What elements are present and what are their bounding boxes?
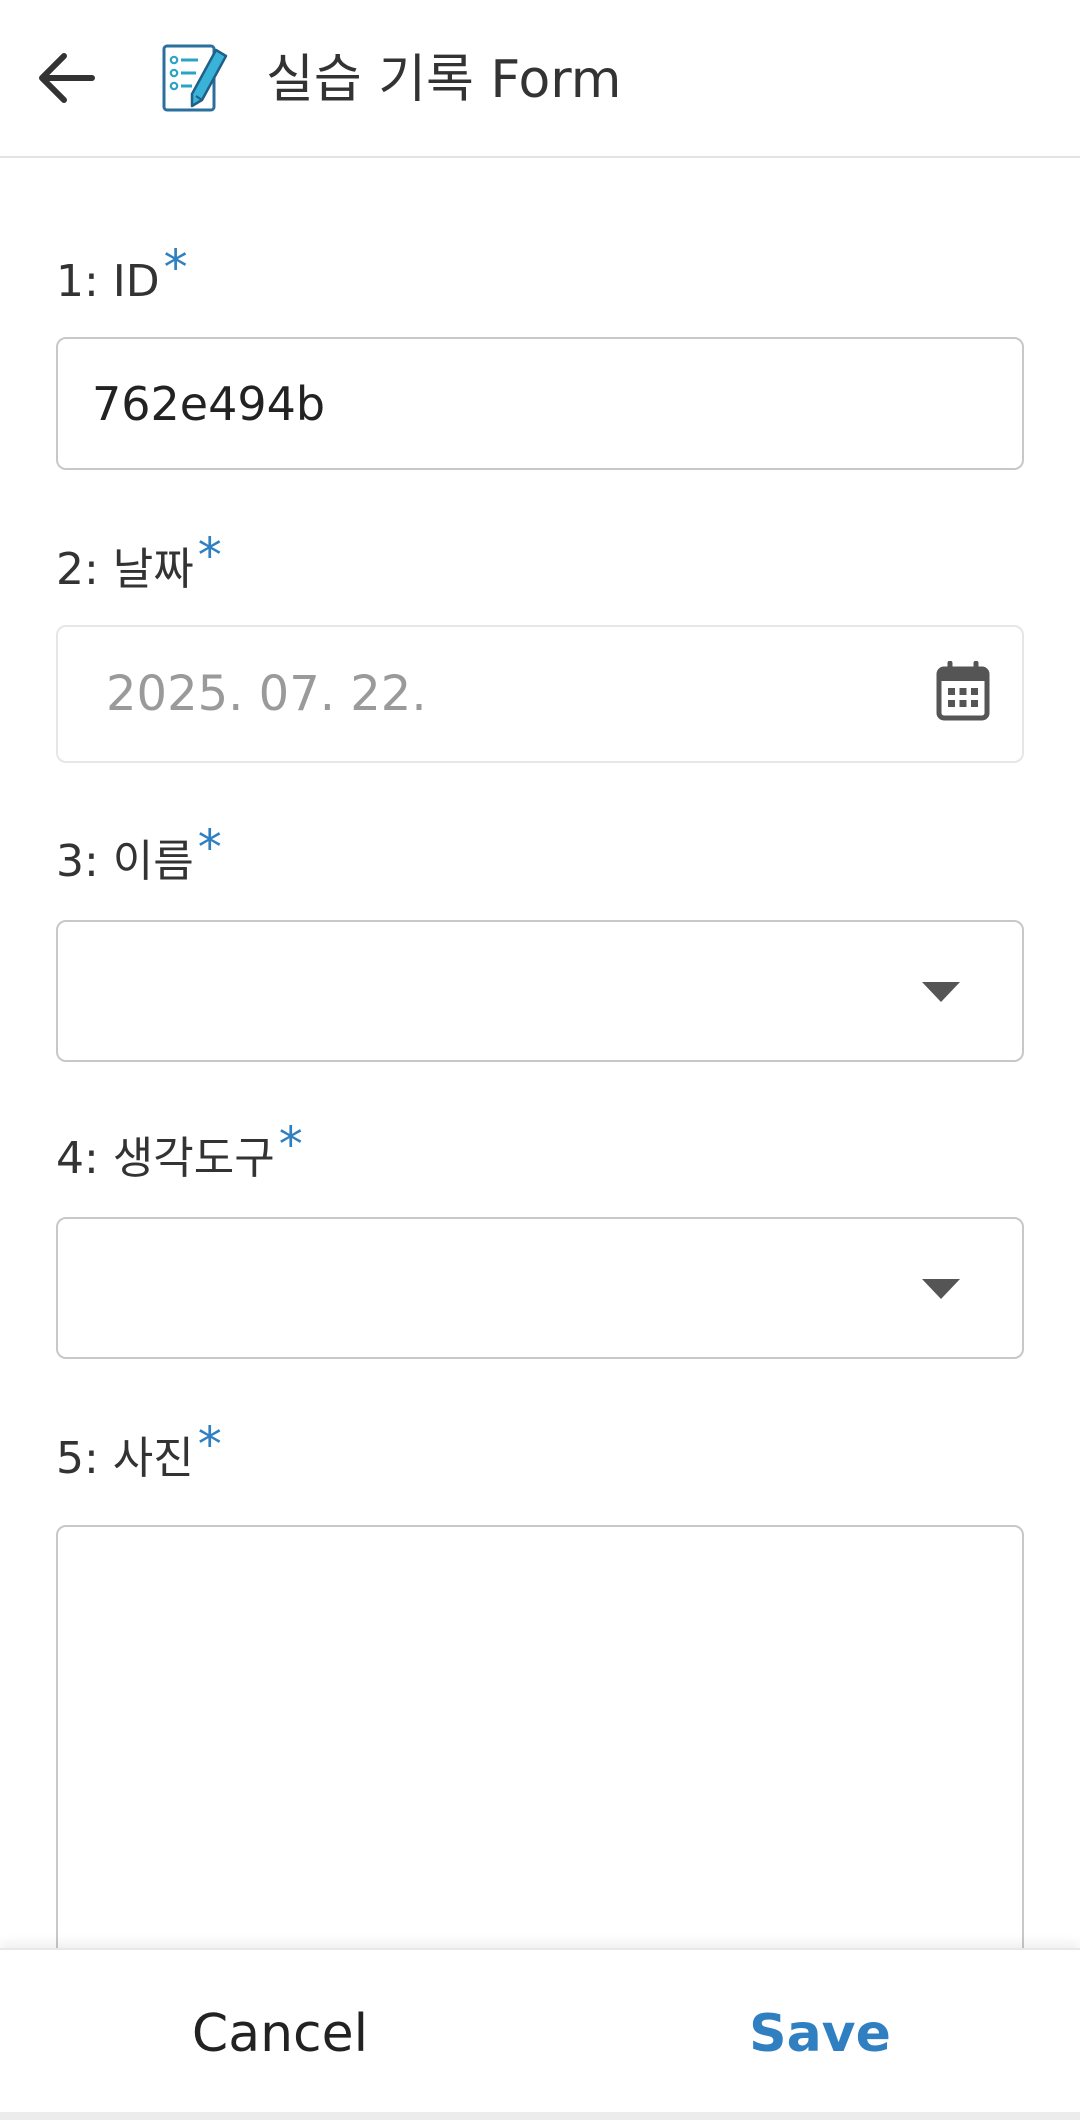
back-button[interactable]: [30, 38, 110, 118]
caret-down-icon: [922, 1279, 960, 1299]
field-label-text: 4: 생각도구: [56, 1133, 275, 1184]
thinking-tool-dropdown[interactable]: [56, 1217, 1024, 1359]
calendar-icon[interactable]: [936, 661, 990, 721]
id-input[interactable]: 762e494b: [56, 337, 1024, 470]
date-input[interactable]: 2025. 07. 22.: [56, 625, 1024, 763]
field-label-date: 2: 날짜*: [56, 528, 222, 598]
field-label-text: 2: 날짜: [56, 544, 194, 595]
form-page: 실습 기록 Form 1: ID* 762e494b 2: 날짜* 2025. …: [0, 0, 1080, 2120]
required-asterisk: *: [197, 820, 222, 876]
field-label-text: 3: 이름: [56, 836, 194, 887]
required-asterisk: *: [197, 1417, 222, 1473]
field-label-name: 3: 이름*: [56, 820, 222, 890]
date-input-value: 2025. 07. 22.: [106, 666, 427, 722]
id-input-value: 762e494b: [92, 376, 326, 431]
field-label-text: 5: 사진: [56, 1433, 194, 1484]
page-title: 실습 기록 Form: [266, 50, 622, 110]
field-label-text: 1: ID: [56, 256, 160, 307]
app-header: 실습 기록 Form: [0, 0, 1080, 158]
save-button[interactable]: Save: [620, 1950, 1020, 2118]
required-asterisk: *: [278, 1117, 303, 1173]
cancel-button[interactable]: Cancel: [80, 1950, 480, 2118]
required-asterisk: *: [163, 240, 188, 296]
name-dropdown[interactable]: [56, 920, 1024, 1062]
form-footer: Cancel Save: [0, 1948, 1080, 2120]
field-label-photo: 5: 사진*: [56, 1417, 222, 1487]
field-label-id: 1: ID*: [56, 240, 188, 310]
caret-down-icon: [922, 982, 960, 1002]
bottom-edge: [0, 2112, 1080, 2120]
form-checklist-pencil-icon: [162, 44, 228, 112]
field-label-thinking-tool: 4: 생각도구*: [56, 1117, 303, 1187]
required-asterisk: *: [197, 528, 222, 584]
photo-upload-area[interactable]: [56, 1525, 1024, 1965]
arrow-left-icon: [39, 53, 95, 103]
